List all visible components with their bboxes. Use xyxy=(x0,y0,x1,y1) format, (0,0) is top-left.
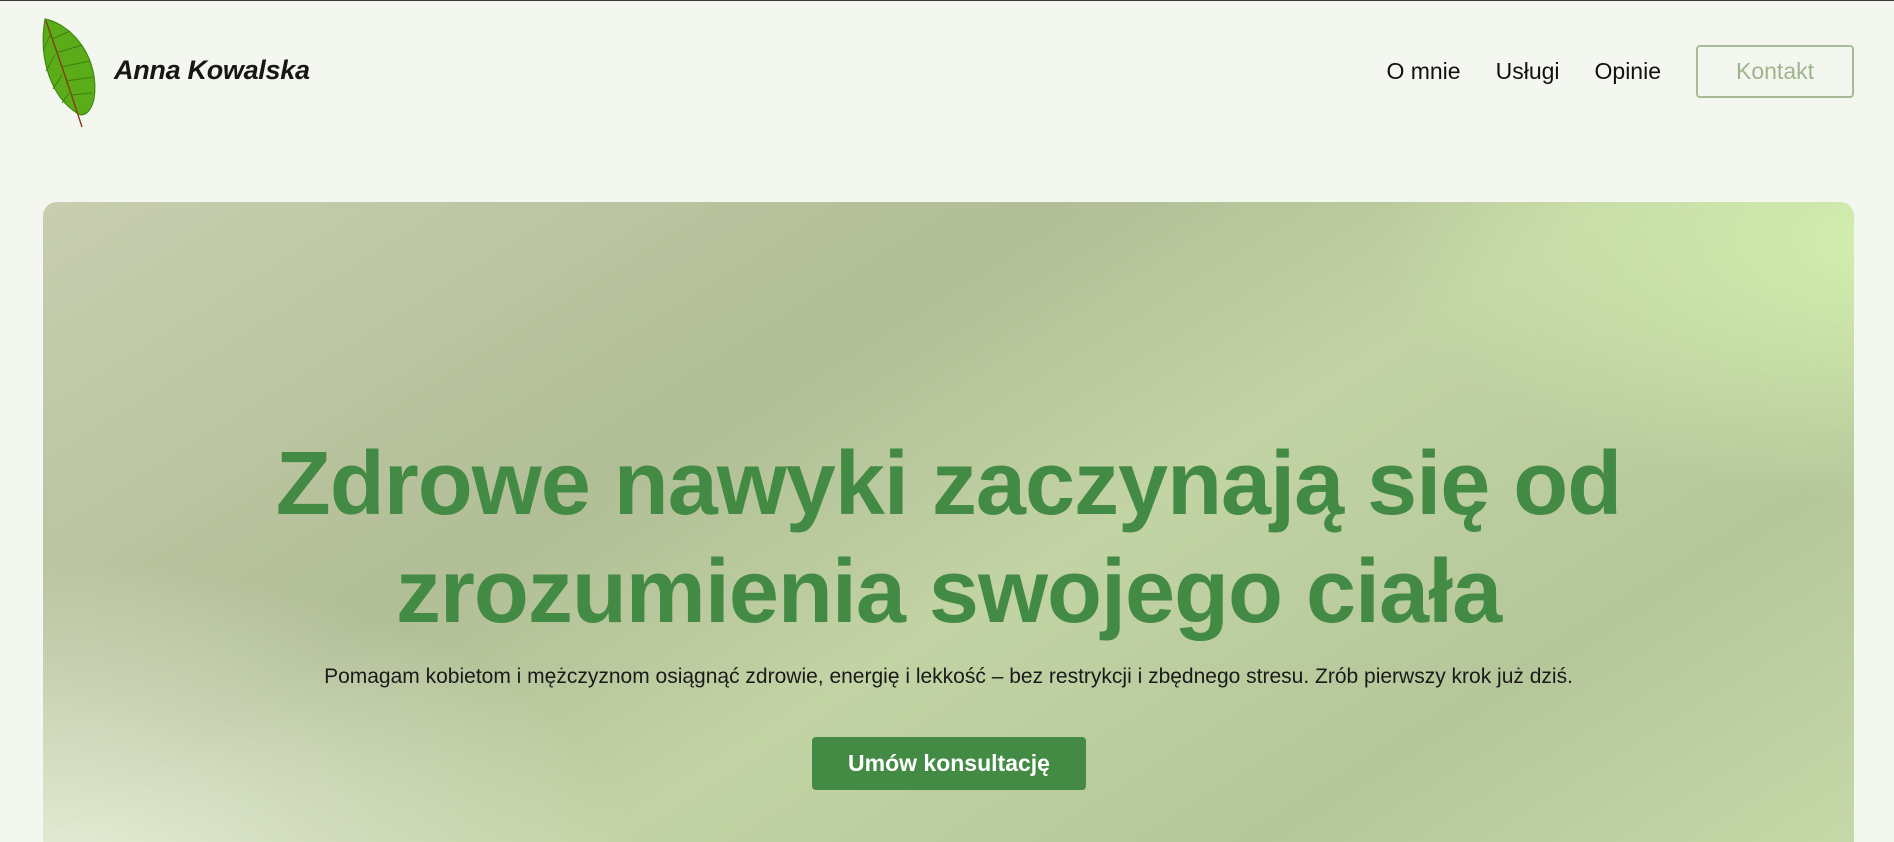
nav-link-uslugi[interactable]: Usługi xyxy=(1496,58,1560,85)
contact-button[interactable]: Kontakt xyxy=(1696,45,1854,98)
main-nav: O mnie Usługi Opinie Kontakt xyxy=(1386,45,1854,98)
hero-subtitle: Pomagam kobietom i mężczyznom osiągnąć z… xyxy=(324,665,1573,688)
nav-link-opinie[interactable]: Opinie xyxy=(1595,58,1661,85)
hero-title-line-2: zrozumienia swojego ciała xyxy=(395,542,1502,642)
site-header: Anna Kowalska O mnie Usługi Opinie Konta… xyxy=(0,1,1894,141)
brand-name: Anna Kowalska xyxy=(114,55,310,85)
brand[interactable]: Anna Kowalska xyxy=(38,15,310,130)
hero-title-line-1: Zdrowe nawyki zaczynają się od xyxy=(275,434,1622,534)
book-consultation-button[interactable]: Umów konsultację xyxy=(812,737,1086,790)
leaf-icon xyxy=(42,18,96,128)
hero-title: Zdrowe nawyki zaczynają się od zrozumien… xyxy=(43,430,1854,646)
hero-section: Zdrowe nawyki zaczynają się od zrozumien… xyxy=(43,202,1854,842)
nav-link-o-mnie[interactable]: O mnie xyxy=(1386,58,1460,85)
